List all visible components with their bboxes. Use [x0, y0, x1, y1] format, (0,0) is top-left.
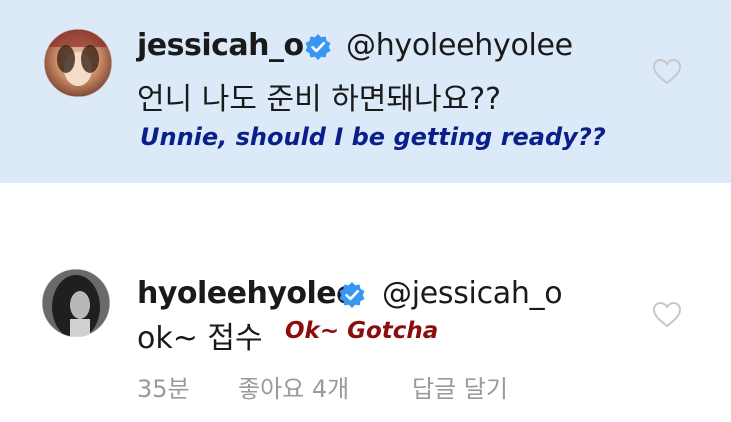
- avatar-jessicah-o[interactable]: [44, 29, 112, 97]
- comment-2: hyoleehyolee @jessicah_o ok~ 접수 Ok~ Gotc…: [0, 183, 731, 422]
- comment-mention[interactable]: @hyoleehyolee: [346, 28, 573, 63]
- avatar-hyoleehyolee[interactable]: [42, 269, 110, 337]
- verified-badge-icon: [305, 34, 331, 60]
- heart-icon[interactable]: [652, 58, 682, 85]
- comment-mention[interactable]: @jessicah_o: [382, 276, 563, 311]
- verified-badge-icon: [339, 282, 365, 308]
- translation-caption: Unnie, should I be getting ready??: [140, 123, 606, 151]
- heart-icon[interactable]: [652, 301, 682, 328]
- reply-link[interactable]: 답글 달기: [412, 369, 508, 404]
- comment-text: 언니 나도 준비 하면돼나요??: [137, 82, 502, 117]
- likes-count-link[interactable]: 좋아요 4개: [238, 369, 349, 404]
- comment-username[interactable]: jessicah_o: [137, 28, 304, 63]
- comment-text: ok~ 접수: [137, 321, 263, 356]
- comment-1: jessicah_o @hyoleehyolee 언니 나도 준비 하면돼나요?…: [0, 0, 731, 183]
- translation-caption: Ok~ Gotcha: [285, 318, 439, 344]
- comment-username[interactable]: hyoleehyolee: [137, 276, 357, 311]
- comment-time: 35분: [137, 375, 190, 403]
